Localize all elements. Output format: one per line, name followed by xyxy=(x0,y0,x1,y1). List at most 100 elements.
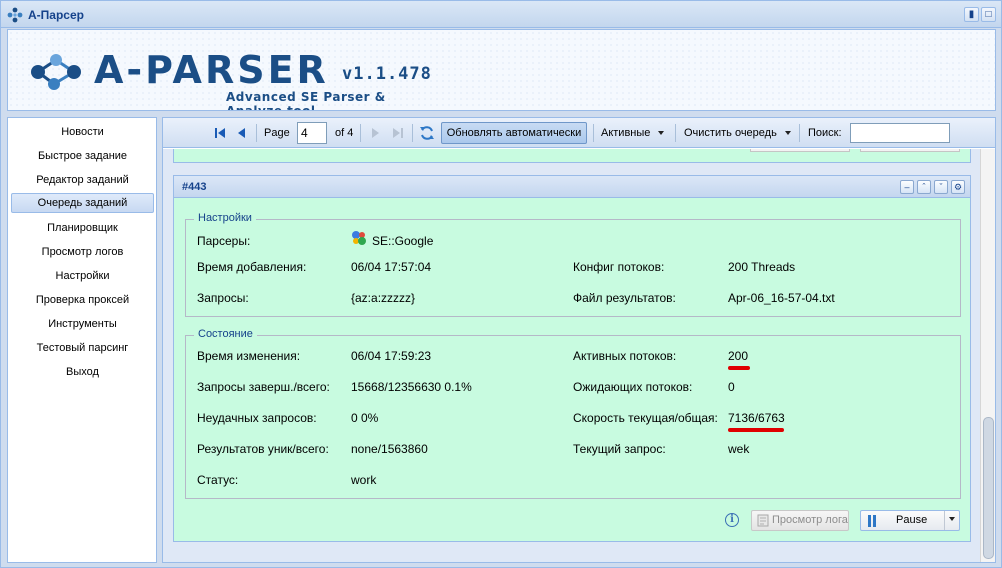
status-value: work xyxy=(351,473,377,487)
chevron-down-icon xyxy=(658,131,665,136)
last-page-icon[interactable] xyxy=(391,126,405,140)
move-up-button[interactable]: ˆ xyxy=(917,180,931,194)
sidebar-item-tools[interactable]: Инструменты xyxy=(11,314,154,334)
current-query-value: wek xyxy=(728,442,750,456)
changed-time-value: 06/04 17:59:23 xyxy=(351,349,432,363)
view-log-button[interactable]: Просмотр лога xyxy=(751,510,849,531)
active-threads-label: Активных потоков: xyxy=(573,349,677,363)
done-queries-value: 15668/12356630 0.1% xyxy=(351,380,472,394)
page-number-input[interactable] xyxy=(297,122,327,144)
pause-label: Pause xyxy=(896,514,928,526)
done-queries-label: Запросы заверш./всего: xyxy=(197,380,330,394)
scroll-thumb[interactable] xyxy=(983,417,994,559)
chevron-down-icon xyxy=(784,131,791,136)
filter-dropdown[interactable]: Активные xyxy=(601,118,665,148)
state-fieldset: Состояние Время изменения: 06/04 17:59:2… xyxy=(185,328,961,499)
sidebar-item-settings[interactable]: Настройки xyxy=(11,266,154,286)
job-title: #443 xyxy=(182,181,207,193)
results-label: Результатов уник/всего: xyxy=(197,442,329,456)
changed-time-label: Время изменения: xyxy=(197,349,301,363)
failed-queries-value: 0 0% xyxy=(351,411,379,425)
queries-label: Запросы: xyxy=(197,291,249,305)
page-total-label: of 4 xyxy=(335,127,354,139)
threads-config-value: 200 Threads xyxy=(728,260,796,274)
title-bar: А-Парсер ▮ □ xyxy=(1,1,1001,28)
view-log-label: Просмотр лога xyxy=(772,514,848,526)
previous-job-panel xyxy=(173,149,971,163)
app-logo-icon xyxy=(7,7,23,23)
pause-menu-arrow[interactable] xyxy=(944,511,959,530)
search-label: Поиск: xyxy=(808,127,842,139)
pin-button[interactable]: ▮ xyxy=(964,7,979,22)
pin-icon: ▮ xyxy=(968,9,975,20)
job-settings-button[interactable]: ⚙ xyxy=(951,180,965,194)
sidebar-item-proxy-check[interactable]: Проверка проксей xyxy=(11,290,154,310)
google-parser-icon xyxy=(352,231,366,245)
search-input[interactable] xyxy=(850,123,950,143)
header-banner: A-PARSER v1.1.478 Advanced SE Parser & A… xyxy=(7,29,996,111)
status-label: Статус: xyxy=(197,473,239,487)
threads-config-label: Конфиг потоков: xyxy=(573,260,665,274)
move-down-button[interactable]: ˇ xyxy=(934,180,948,194)
waiting-threads-value: 0 xyxy=(728,380,735,394)
pause-button[interactable]: Pause xyxy=(860,510,960,531)
info-icon[interactable]: i xyxy=(725,513,739,527)
logo: A-PARSER v1.1.478 Advanced SE Parser & A… xyxy=(24,48,444,111)
auto-refresh-toggle[interactable]: Обновлять автоматически xyxy=(441,122,587,144)
paging-toolbar: Page of 4 Обновлять автоматически Активн… xyxy=(163,118,995,148)
filter-dropdown-label: Активные xyxy=(601,127,651,139)
queue-panel: Page of 4 Обновлять автоматически Активн… xyxy=(162,117,996,563)
minus-icon: – xyxy=(904,182,910,192)
logo-molecule-icon xyxy=(31,54,81,90)
next-page-icon[interactable] xyxy=(368,126,382,140)
state-legend: Состояние xyxy=(194,328,257,340)
pause-icon xyxy=(868,515,876,527)
first-page-icon[interactable] xyxy=(213,126,227,140)
page-label: Page xyxy=(264,127,290,139)
gear-icon: ⚙ xyxy=(953,182,963,192)
active-threads-value: 200 xyxy=(728,349,749,363)
refresh-icon[interactable] xyxy=(419,125,435,141)
sidebar-item-task-editor[interactable]: Редактор заданий xyxy=(11,170,154,190)
speed-value: 7136/6763 xyxy=(728,411,785,425)
clear-queue-label: Очистить очередь xyxy=(684,127,777,139)
sidebar-item-test-parsing[interactable]: Тестовый парсинг xyxy=(11,338,154,358)
sidebar-item-logs[interactable]: Просмотр логов xyxy=(11,242,154,262)
prev-page-icon[interactable] xyxy=(235,126,249,140)
settings-legend: Настройки xyxy=(194,212,256,224)
result-file-label: Файл результатов: xyxy=(573,291,676,305)
queries-value: {az:a:zzzzz} xyxy=(351,291,416,305)
logo-wordmark: A-PARSER xyxy=(94,48,329,92)
sidebar-nav: Новости Быстрое задание Редактор заданий… xyxy=(7,117,157,563)
log-file-icon xyxy=(757,514,769,527)
clear-queue-dropdown[interactable]: Очистить очередь xyxy=(684,118,791,148)
maximize-button[interactable]: □ xyxy=(981,7,996,22)
parsers-value: SE::Google xyxy=(372,234,434,248)
vertical-scrollbar[interactable] xyxy=(980,149,995,562)
chevron-down-icon xyxy=(949,517,955,522)
failed-queries-label: Неудачных запросов: xyxy=(197,411,317,425)
active-threads-highlight xyxy=(728,366,750,370)
logo-version: v1.1.478 xyxy=(342,64,432,84)
added-time-label: Время добавления: xyxy=(197,260,307,274)
sidebar-item-exit[interactable]: Выход xyxy=(11,362,154,382)
job-panel: #443 – ˆ ˇ ⚙ Настройки Парсеры: SE::Goog… xyxy=(173,175,971,542)
app-window: А-Парсер ▮ □ A-PARSER v1.1.478 Advanced … xyxy=(0,0,1002,568)
parsers-label: Парсеры: xyxy=(197,234,251,248)
job-panel-header: #443 – ˆ ˇ ⚙ xyxy=(174,176,970,198)
settings-fieldset: Настройки Парсеры: SE::Google Время доба… xyxy=(185,212,961,317)
current-query-label: Текущий запрос: xyxy=(573,442,666,456)
maximize-icon: □ xyxy=(985,9,992,20)
queue-scroll-area[interactable]: #443 – ˆ ˇ ⚙ Настройки Парсеры: SE::Goog… xyxy=(163,149,995,562)
result-file-value: Apr-06_16-57-04.txt xyxy=(728,291,835,305)
sidebar-item-task-queue[interactable]: Очередь заданий xyxy=(11,193,154,213)
speed-label: Скорость текущая/общая: xyxy=(573,411,718,425)
sidebar-item-scheduler[interactable]: Планировщик xyxy=(11,218,154,238)
sidebar-item-news[interactable]: Новости xyxy=(11,122,154,142)
collapse-button[interactable]: – xyxy=(900,180,914,194)
sidebar-item-quick-task[interactable]: Быстрое задание xyxy=(11,146,154,166)
results-value: none/1563860 xyxy=(351,442,428,456)
logo-tagline: Advanced SE Parser & Analyze tool xyxy=(226,90,386,111)
waiting-threads-label: Ожидающих потоков: xyxy=(573,380,693,394)
double-chevron-up-icon: ˆ xyxy=(922,182,926,192)
